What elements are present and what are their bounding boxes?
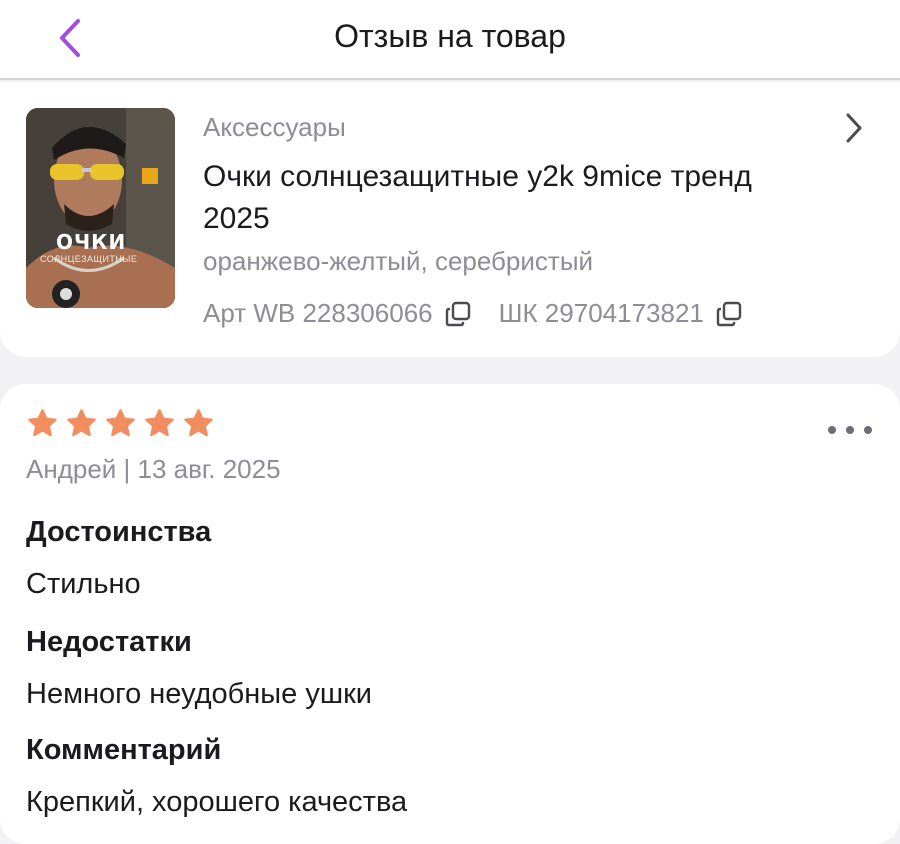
cons-heading: Недостатки [26, 626, 192, 658]
chevron-right-icon [846, 113, 862, 143]
star-rating [26, 408, 215, 440]
star-icon [67, 409, 96, 437]
product-codes: Арт WB 228306066 ШК 29704173821 [203, 298, 742, 329]
star-icon [184, 409, 213, 437]
star-icon [28, 409, 57, 437]
open-product-button[interactable] [838, 110, 870, 146]
product-color: оранжево-желтый, серебристый [203, 246, 594, 276]
review-card: Андрей | 13 авг. 2025 Достоинства Стильн… [0, 384, 900, 844]
product-card[interactable]: ОЧКИ СОЛНЦЕЗАЩИТНЫЕ Аксессуары Очки солн… [0, 82, 900, 357]
thumbnail-caption: ОЧКИ [56, 230, 127, 254]
barcode-number: ШК 29704173821 [498, 298, 704, 328]
comment-heading: Комментарий [26, 734, 222, 766]
product-name: Очки солнцезащитные y2k 9mice тренд 2025 [203, 160, 752, 235]
copy-icon[interactable] [716, 301, 742, 327]
thumbnail-subcaption: СОЛНЦЕЗАЩИТНЫЕ [40, 254, 138, 264]
top-bar: Отзыв на товар [0, 0, 900, 80]
cons-text: Немного неудобные ушки [26, 678, 372, 710]
page-title: Отзыв на товар [334, 18, 566, 54]
star-icon [145, 409, 174, 437]
product-category: Аксессуары [203, 112, 346, 142]
pros-heading: Достоинства [26, 516, 212, 548]
pros-text: Стильно [26, 568, 141, 600]
star-icon [106, 409, 135, 437]
product-thumbnail[interactable]: ОЧКИ СОЛНЦЕЗАЩИТНЫЕ [26, 108, 175, 308]
more-options-button[interactable] [828, 420, 872, 440]
article-number: Арт WB 228306066 [203, 298, 433, 328]
product-photo [26, 108, 175, 308]
more-icon [828, 426, 836, 434]
review-author-date: Андрей | 13 авг. 2025 [26, 454, 281, 484]
comment-text: Крепкий, хорошего качества [26, 786, 408, 818]
copy-icon[interactable] [445, 301, 471, 327]
